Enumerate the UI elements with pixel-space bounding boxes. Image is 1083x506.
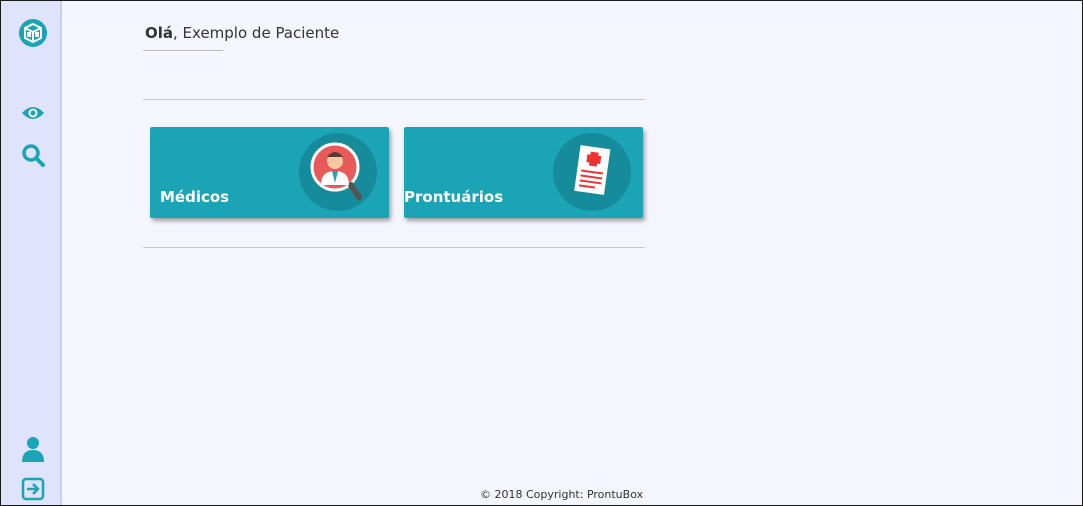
window-frame xyxy=(0,0,1083,506)
greeting-underline xyxy=(143,50,223,51)
greeting-name: , Exemplo de Paciente xyxy=(173,24,340,42)
card-prontuarios-label: Prontuários xyxy=(404,188,504,206)
eye-icon[interactable] xyxy=(16,96,50,130)
card-medicos[interactable]: Médicos xyxy=(150,127,389,218)
sidebar xyxy=(0,0,62,506)
logo-box-icon[interactable] xyxy=(16,16,50,50)
user-icon[interactable] xyxy=(16,432,50,466)
greeting-hello: Olá xyxy=(145,24,174,42)
footer-copyright: © 2018 Copyright: ProntuBox xyxy=(480,488,644,501)
logout-icon[interactable] xyxy=(16,472,50,506)
medical-record-icon xyxy=(553,133,631,211)
card-prontuarios[interactable]: Prontuários xyxy=(404,127,643,218)
greeting: Olá, Exemplo de Paciente xyxy=(145,24,339,42)
doctor-icon xyxy=(299,133,377,211)
divider-bottom xyxy=(143,247,645,248)
divider-top xyxy=(143,99,645,100)
search-icon[interactable] xyxy=(16,138,50,172)
card-medicos-label: Médicos xyxy=(160,188,230,206)
